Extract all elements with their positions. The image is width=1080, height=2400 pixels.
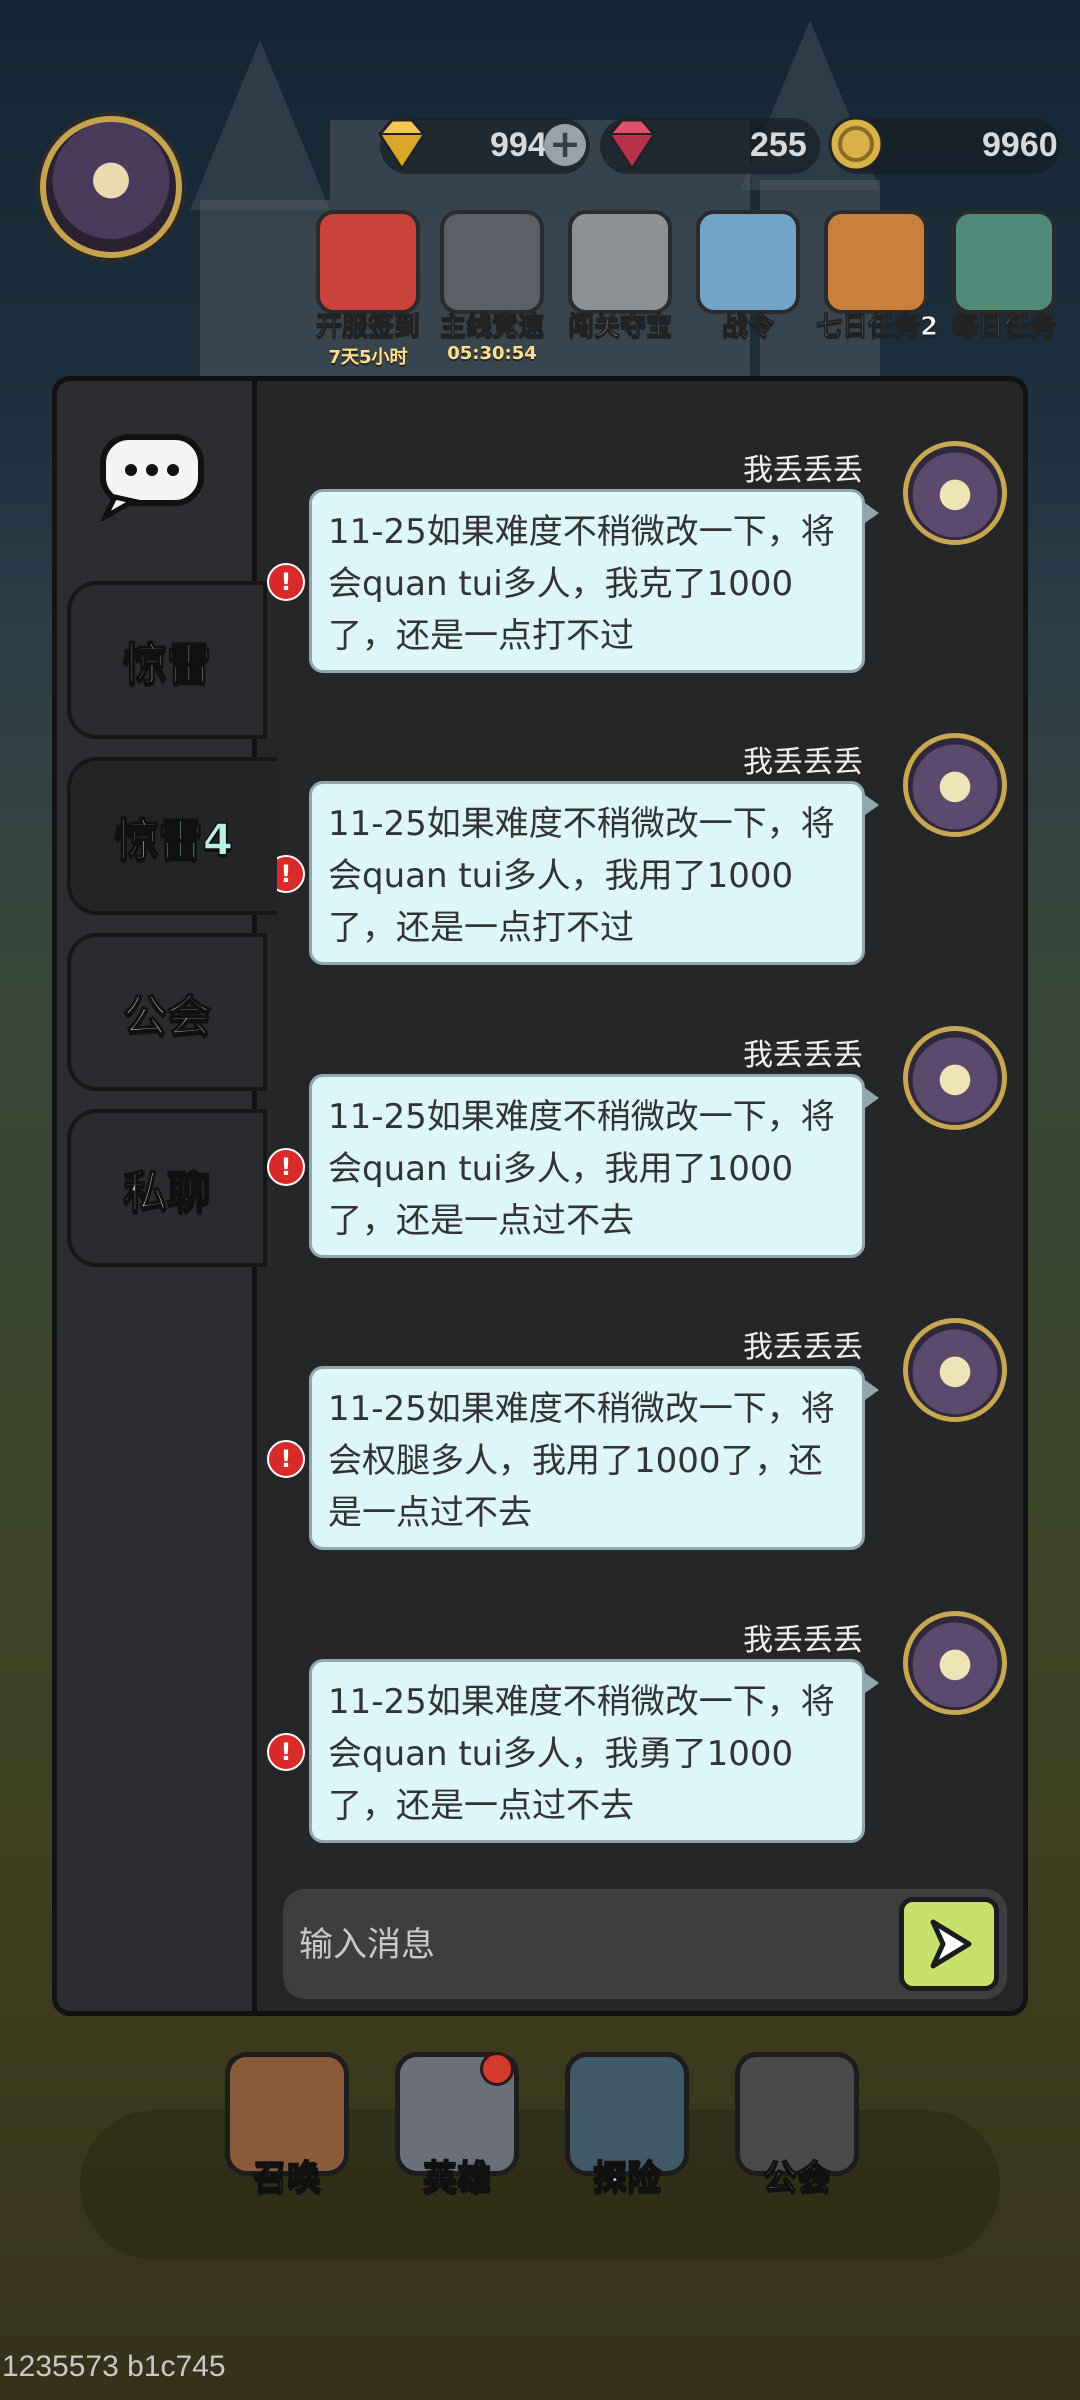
chat-message: 我丢丢丢 11-25如果难度不稍微改一下，将会quan tui多人，我用了100… <box>257 733 1033 1013</box>
chat-bubble-icon <box>100 434 204 521</box>
sender-name: 我丢丢丢 <box>743 1038 863 1073</box>
bubble-tail <box>865 503 879 523</box>
nav-hero[interactable]: 英雄 <box>382 2052 532 2232</box>
chat-message: 我丢丢丢 11-25如果难度不稍微改一下，将会quan tui多人，我勇了100… <box>257 1611 1033 1891</box>
banner-icon <box>696 210 800 314</box>
send-failed-icon[interactable]: ! <box>267 1440 305 1478</box>
send-failed-icon[interactable]: ! <box>267 1733 305 1771</box>
bubble-tail <box>865 1380 879 1400</box>
player-avatar[interactable] <box>40 116 182 258</box>
message-text: 11-25如果难度不稍微改一下，将会quan tui多人，我克了1000了，还是… <box>309 489 865 673</box>
gold-gem-count: 994 <box>490 126 547 164</box>
sender-name: 我丢丢丢 <box>743 1623 863 1658</box>
helmet-icon <box>824 210 928 314</box>
add-currency-button[interactable]: + <box>544 124 586 166</box>
tab-jinglei[interactable]: 惊雷 <box>67 581 267 739</box>
chat-message: 我丢丢丢 11-25如果难度不稍微改一下，将会quan tui多人，我用了100… <box>257 1026 1033 1306</box>
red-gem-count: 255 <box>750 126 807 164</box>
send-button[interactable] <box>899 1897 999 1991</box>
bubble-tail <box>865 1673 879 1693</box>
coin-count: 9960 <box>982 126 1058 164</box>
menu-signin[interactable]: 开服签到 7天5小时 <box>308 210 428 368</box>
trophy-icon <box>440 210 544 314</box>
bubble-tail <box>865 795 879 815</box>
sender-name: 我丢丢丢 <box>743 453 863 488</box>
sender-avatar[interactable] <box>903 1026 1007 1130</box>
message-text: 11-25如果难度不稍微改一下，将会quan tui多人，我用了1000了，还是… <box>309 781 865 965</box>
menu-main-race[interactable]: 主线竞速 05:30:54 <box>432 210 552 364</box>
nav-explore[interactable]: 探险 <box>552 2052 702 2232</box>
gold-gem-icon <box>378 118 426 171</box>
sender-avatar[interactable] <box>903 733 1007 837</box>
menu-seven-day[interactable]: 七日任务2 <box>816 210 939 350</box>
chat-panel: 惊雷 惊雷4 公会 私聊 我丢丢丢 11-25如果难度不稍微改一下，将会quan… <box>52 376 1028 2016</box>
book-icon <box>952 210 1056 314</box>
dragon-icon <box>568 210 672 314</box>
sender-name: 我丢丢丢 <box>743 1330 863 1365</box>
chat-message: 我丢丢丢 11-25如果难度不稍微改一下，将会quan tui多人，我克了100… <box>257 441 1033 721</box>
coin-icon <box>828 116 884 172</box>
chat-message: 我丢丢丢 11-25如果难度不稍微改一下，将会权腿多人，我用了1000了，还是一… <box>257 1318 1033 1598</box>
tab-private[interactable]: 私聊 <box>67 1109 267 1267</box>
message-text: 11-25如果难度不稍微改一下，将会quan tui多人，我用了1000了，还是… <box>309 1074 865 1258</box>
send-failed-icon[interactable]: ! <box>267 563 305 601</box>
sender-avatar[interactable] <box>903 441 1007 545</box>
send-arrow-icon <box>930 1919 972 1969</box>
notification-dot <box>480 2052 514 2086</box>
message-text: 11-25如果难度不稍微改一下，将会权腿多人，我用了1000了，还是一点过不去 <box>309 1366 865 1550</box>
menu-daily-task[interactable]: 每日任务 <box>944 210 1064 350</box>
message-input[interactable] <box>297 1909 871 1981</box>
sender-name: 我丢丢丢 <box>743 745 863 780</box>
nav-summon[interactable]: 召唤 <box>212 2052 362 2232</box>
calendar-icon <box>316 210 420 314</box>
sender-avatar[interactable] <box>903 1611 1007 1715</box>
message-text: 11-25如果难度不稍微改一下，将会quan tui多人，我勇了1000了，还是… <box>309 1659 865 1843</box>
tab-jinglei4[interactable]: 惊雷4 <box>67 757 277 915</box>
send-failed-icon[interactable]: ! <box>267 1148 305 1186</box>
bubble-tail <box>865 1088 879 1108</box>
sender-avatar[interactable] <box>903 1318 1007 1422</box>
menu-treasure[interactable]: 闯关夺宝 <box>560 210 680 350</box>
nav-guild[interactable]: 公会 <box>722 2052 872 2232</box>
version-label: 1235573 b1c745 <box>2 2350 226 2383</box>
red-gem-icon <box>608 118 656 171</box>
message-input-bar <box>283 1889 1007 1999</box>
tab-guild[interactable]: 公会 <box>67 933 267 1091</box>
menu-battle-pass[interactable]: 战令 <box>688 210 808 350</box>
